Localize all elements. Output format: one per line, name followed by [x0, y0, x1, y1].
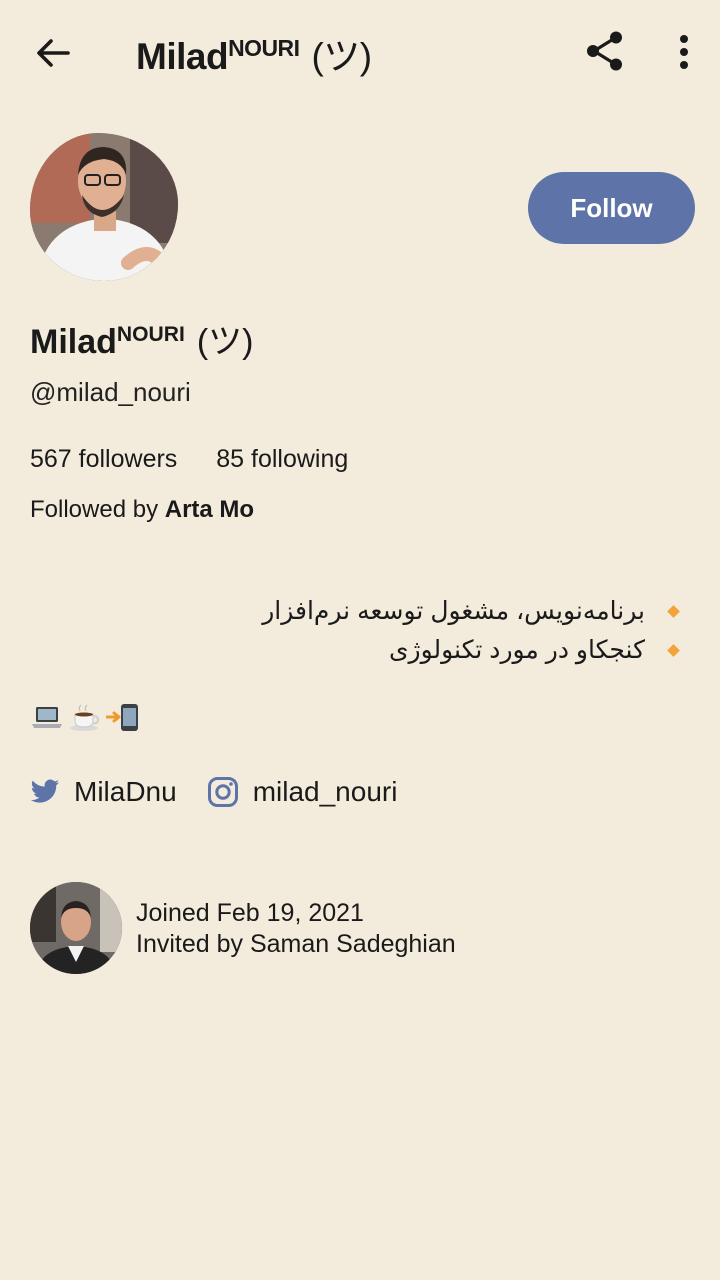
following-count[interactable]: 85 following — [216, 445, 348, 473]
follow-button[interactable]: Follow — [528, 172, 695, 244]
profile-avatar[interactable] — [30, 133, 178, 281]
more-options-button[interactable] — [668, 30, 700, 74]
bio-text: کنجکاو در مورد تکنولوژی — [388, 636, 645, 664]
joined-info: Joined Feb 19, 2021 Invited by Saman Sad… — [136, 898, 456, 960]
twitter-username: MilaDnu — [74, 776, 177, 807]
top-app-bar: MiladNOURI (ツ) — [0, 0, 720, 104]
share-icon — [587, 31, 622, 71]
joined-date: Joined Feb 19, 2021 — [136, 899, 364, 927]
bio: برنامه‌نویس، مشغول توسعه نرم‌افزار کنجکا… — [262, 592, 684, 670]
inviter-photo — [30, 882, 122, 974]
bio-text: برنامه‌نویس، مشغول توسعه نرم‌افزار — [262, 597, 645, 625]
bullet-diamond-icon — [667, 605, 680, 618]
twitter-icon — [30, 779, 59, 803]
profile-photo — [30, 133, 178, 281]
instagram-link[interactable]: milad_nouri — [207, 776, 398, 808]
follow-stats: 567 followers 85 following — [30, 445, 348, 474]
followed-by: Followed by Arta Mo — [30, 496, 254, 524]
bio-line: برنامه‌نویس، مشغول توسعه نرم‌افزار — [262, 592, 684, 631]
coffee-icon — [70, 704, 100, 731]
followed-by-name[interactable]: Arta Mo — [165, 496, 254, 523]
page-title: MiladNOURI (ツ) — [136, 35, 372, 77]
inviter-avatar[interactable] — [30, 882, 122, 974]
laptop-icon — [32, 707, 62, 728]
share-button[interactable] — [582, 28, 628, 74]
followed-by-prefix: Followed by — [30, 496, 159, 523]
social-links: MilaDnu milad_nouri — [30, 776, 397, 808]
more-vert-icon — [680, 35, 688, 69]
bio-line: کنجکاو در مورد تکنولوژی — [262, 631, 684, 670]
profile-handle: @milad_nouri — [30, 377, 191, 407]
emoji-row — [30, 702, 144, 732]
invited-by[interactable]: Invited by Saman Sadeghian — [136, 929, 456, 960]
arrow-left-icon — [37, 39, 70, 67]
back-button[interactable] — [30, 30, 76, 76]
instagram-icon — [207, 777, 238, 807]
twitter-link[interactable]: MilaDnu — [30, 776, 177, 808]
phone-arrow-icon — [106, 704, 138, 731]
followers-count[interactable]: 567 followers — [30, 445, 177, 473]
instagram-username: milad_nouri — [252, 776, 398, 807]
profile-name: MiladNOURI (ツ) — [30, 323, 254, 361]
bullet-diamond-icon — [667, 644, 680, 657]
